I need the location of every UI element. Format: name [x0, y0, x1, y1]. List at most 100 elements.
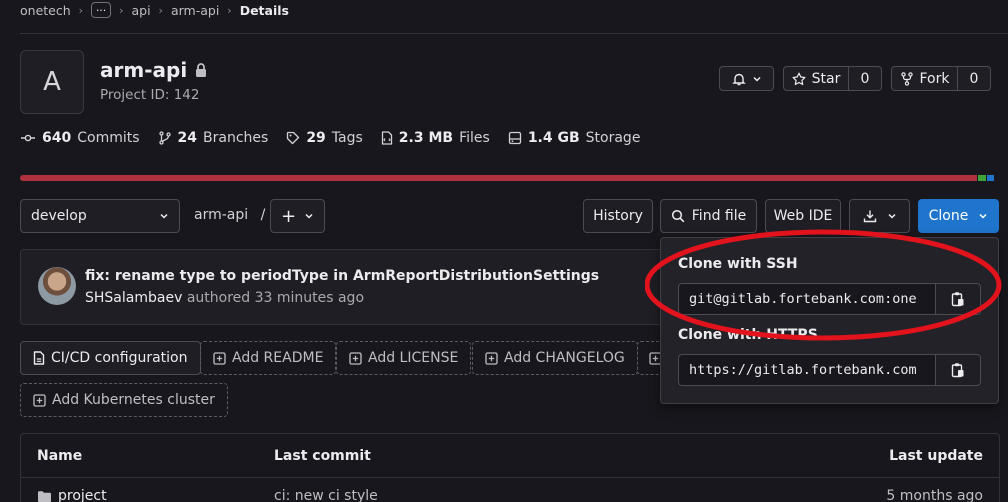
- commit-time: authored 33 minutes ago: [186, 290, 365, 306]
- stat-value: 24: [177, 130, 198, 146]
- breadcrumb-project-link[interactable]: arm-api: [171, 3, 219, 18]
- breadcrumb: onetech › ··· › api › arm-api › Details: [20, 0, 289, 20]
- clone-ssh-label: Clone with SSH: [678, 256, 798, 272]
- file-name-link[interactable]: project: [58, 488, 107, 502]
- stat-value: 1.4 GB: [527, 130, 580, 146]
- path-separator: /: [260, 207, 266, 223]
- commit-title-link[interactable]: fix: rename type to periodType in ArmRep…: [85, 268, 599, 284]
- clone-label: Clone: [928, 208, 969, 224]
- plus-icon: +: [280, 205, 297, 227]
- breadcrumb-chevron-icon: ›: [78, 3, 84, 17]
- copy-https-url-button[interactable]: [935, 354, 981, 386]
- fork-label: Fork: [919, 70, 950, 87]
- lock-icon: [195, 63, 207, 77]
- column-header-last-commit: Last commit: [274, 448, 371, 464]
- download-icon: [863, 209, 877, 223]
- fork-icon: [900, 71, 914, 86]
- clone-dropdown-button[interactable]: Clone: [918, 199, 999, 233]
- stat-branches[interactable]: 24 Branches: [158, 130, 269, 146]
- table-row[interactable]: project: [37, 488, 107, 502]
- commit-author-avatar[interactable]: [38, 267, 76, 305]
- add-readme-button[interactable]: Add README: [200, 341, 337, 375]
- chevron-down-icon: [887, 211, 897, 221]
- repository-languages-bar: [20, 175, 1000, 181]
- history-button[interactable]: History: [583, 199, 653, 233]
- breadcrumb-current[interactable]: Details: [240, 3, 289, 18]
- find-file-label: Find file: [691, 208, 747, 224]
- storage-icon: [508, 131, 522, 145]
- stat-label: Files: [459, 130, 490, 146]
- language-segment[interactable]: [987, 175, 995, 181]
- stat-commits[interactable]: 640 Commits: [20, 130, 140, 146]
- project-avatar[interactable]: A: [20, 50, 84, 114]
- row-commit-link[interactable]: ci: new ci style: [274, 488, 378, 502]
- project-stats: 640 Commits 24 Branches 29 Tags 2.3 MB F…: [20, 128, 640, 148]
- fork-count[interactable]: 0: [958, 66, 991, 91]
- stat-files[interactable]: 2.3 MB Files: [381, 130, 490, 146]
- chevron-down-icon: [978, 211, 988, 221]
- header-divider: [20, 33, 1008, 34]
- star-icon: [792, 72, 806, 86]
- table-row-divider: [20, 477, 1000, 478]
- notifications-dropdown-button[interactable]: [719, 66, 774, 91]
- add-kubernetes-cluster-button[interactable]: Add Kubernetes cluster: [20, 383, 228, 417]
- fork-button[interactable]: Fork: [891, 66, 958, 91]
- star-count[interactable]: 0: [849, 66, 882, 91]
- stat-label: Commits: [77, 130, 140, 146]
- project-id: Project ID: 142: [100, 87, 200, 103]
- branch-select[interactable]: develop: [20, 199, 180, 233]
- add-license-label: Add LICENSE: [368, 350, 459, 366]
- breadcrumb-chevron-icon: ›: [227, 3, 232, 17]
- clone-https-url-input[interactable]: https://gitlab.fortebank.com: [678, 354, 935, 386]
- breadcrumb-ellipsis-button[interactable]: ···: [91, 2, 112, 18]
- path-root-link[interactable]: arm-api: [194, 207, 248, 223]
- tag-icon: [286, 131, 300, 145]
- language-segment[interactable]: [978, 175, 987, 181]
- branch-icon: [158, 131, 172, 145]
- plus-square-icon: [33, 393, 46, 407]
- breadcrumb-subgroup-link[interactable]: api: [131, 3, 150, 18]
- language-segment[interactable]: [20, 175, 978, 181]
- project-name[interactable]: arm-api: [100, 58, 187, 82]
- chevron-down-icon: [752, 74, 762, 84]
- breadcrumb-group-link[interactable]: onetech: [20, 3, 71, 18]
- chevron-down-icon: [159, 211, 169, 221]
- star-button-group: Star 0: [783, 66, 882, 91]
- add-kubernetes-label: Add Kubernetes cluster: [52, 392, 215, 408]
- stat-label: Branches: [203, 130, 269, 146]
- commit-meta: SHSalambaev authored 33 minutes ago: [85, 290, 364, 306]
- add-file-dropdown-button[interactable]: +: [270, 199, 325, 233]
- chevron-down-icon: [304, 211, 314, 221]
- star-label: Star: [811, 70, 841, 87]
- file-icon: [33, 351, 45, 365]
- project-title: arm-api: [100, 58, 207, 82]
- clone-ssh-url-input[interactable]: git@gitlab.fortebank.com:one: [678, 283, 935, 315]
- branch-select-value: develop: [31, 208, 87, 224]
- cicd-configuration-button[interactable]: CI/CD configuration: [20, 341, 201, 375]
- row-update-time: 5 months ago: [886, 488, 983, 502]
- bell-icon: [731, 72, 746, 86]
- commit-author-link[interactable]: SHSalambaev: [85, 290, 182, 306]
- stat-value: 640: [42, 130, 72, 146]
- add-changelog-button[interactable]: Add CHANGELOG: [472, 341, 638, 375]
- breadcrumb-chevron-icon: ›: [158, 3, 163, 17]
- find-file-button[interactable]: Find file: [660, 199, 757, 233]
- breadcrumb-chevron-icon: ›: [119, 3, 124, 17]
- folder-icon: [37, 490, 52, 502]
- column-header-last-update: Last update: [889, 448, 983, 464]
- stat-storage[interactable]: 1.4 GB Storage: [508, 130, 641, 146]
- download-dropdown-button[interactable]: [849, 199, 910, 233]
- stat-label: Storage: [585, 130, 641, 146]
- stat-label: Tags: [331, 130, 363, 146]
- commit-icon: [20, 131, 36, 145]
- cicd-label: CI/CD configuration: [51, 350, 188, 366]
- add-license-button[interactable]: Add LICENSE: [336, 341, 472, 375]
- repository-path: arm-api /: [194, 207, 273, 223]
- file-tree-table: [20, 433, 1000, 502]
- copy-icon: [951, 362, 965, 378]
- star-button[interactable]: Star: [783, 66, 849, 91]
- stat-tags[interactable]: 29 Tags: [286, 130, 363, 146]
- plus-square-icon: [213, 351, 226, 365]
- copy-ssh-url-button[interactable]: [935, 283, 981, 315]
- web-ide-button[interactable]: Web IDE: [765, 199, 841, 233]
